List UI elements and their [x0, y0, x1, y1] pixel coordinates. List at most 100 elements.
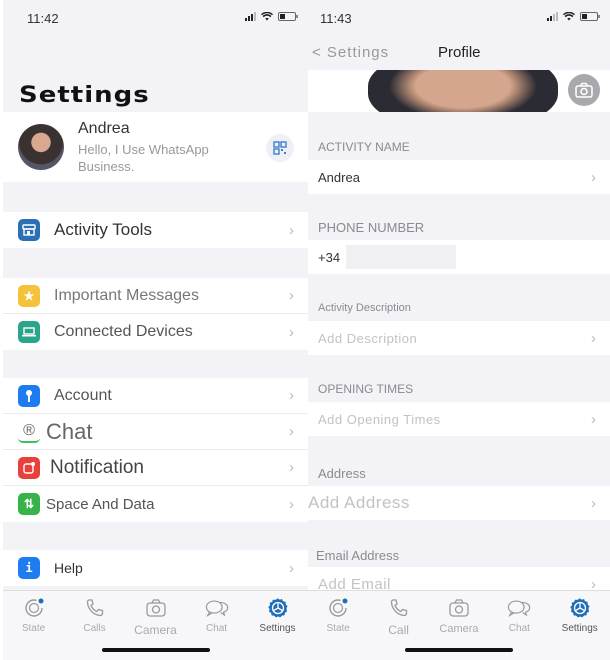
profile-name: Andrea	[78, 119, 130, 137]
phone-icon	[387, 597, 411, 619]
tab-bar: State Call Camera Chat Settings	[308, 590, 610, 660]
section-header-address: Address	[318, 466, 366, 481]
phone-number-field: +34	[308, 240, 610, 274]
chevron-right-icon: ›	[289, 495, 294, 513]
tab-bar: State Calls Camera Chat Settings	[3, 590, 308, 660]
settings-item-label: Activity Tools	[54, 220, 152, 239]
chat-bubbles-icon	[205, 597, 229, 619]
tab-camera[interactable]: Camera	[429, 597, 489, 637]
tab-label: Camera	[439, 623, 479, 635]
chevron-right-icon: ›	[289, 423, 294, 440]
change-photo-button[interactable]	[568, 74, 600, 106]
profile-photo[interactable]	[308, 70, 610, 112]
profile-photo-image	[368, 70, 558, 112]
tab-label: Call	[388, 623, 409, 637]
chevron-right-icon: ›	[591, 494, 596, 512]
settings-item-label: Important Messages	[54, 286, 199, 304]
camera-icon	[144, 597, 168, 619]
section-header-description: Activity Description	[318, 302, 411, 314]
tab-state[interactable]: State	[308, 597, 368, 637]
chat-bubbles-icon	[507, 597, 531, 619]
qr-code-icon	[273, 141, 287, 155]
settings-item-label: Help	[54, 560, 83, 576]
camera-icon	[575, 82, 593, 98]
qr-code-button[interactable]	[266, 134, 294, 162]
settings-screen: 11:42 Settings Andrea Hello, I Use Whats…	[3, 0, 308, 660]
settings-item-label: Chat	[46, 418, 93, 444]
tab-settings[interactable]: Settings	[248, 597, 308, 637]
camera-icon	[447, 597, 471, 619]
signal-icon	[245, 12, 256, 21]
section-header-activity-name: ACTIVITY NAME	[318, 140, 410, 154]
chevron-right-icon: ›	[591, 168, 596, 186]
activity-name-value: Andrea	[318, 169, 360, 185]
status-bar: 11:42	[3, 0, 308, 36]
settings-item-help[interactable]: i Help ›	[3, 550, 308, 586]
profile-card[interactable]: Andrea Hello, I Use WhatsApp Business.	[3, 112, 308, 182]
key-icon	[18, 384, 40, 407]
nav-bar: < Settings Profile	[308, 36, 610, 70]
tab-chat[interactable]: Chat	[187, 597, 247, 637]
address-placeholder: Add Address	[308, 493, 410, 512]
section-header-opening-times: OPENING TIMES	[318, 382, 414, 396]
settings-group-help: i Help ›	[3, 550, 308, 586]
battery-icon	[580, 12, 600, 21]
page-title: Profile	[438, 44, 481, 61]
settings-icon	[266, 597, 290, 619]
home-indicator	[405, 648, 513, 652]
tab-label: Chat	[205, 623, 228, 634]
info-icon: i	[18, 557, 40, 579]
description-field[interactable]: Add Description ›	[308, 321, 610, 355]
profile-status: Hello, I Use WhatsApp Business.	[78, 141, 209, 174]
notification-icon	[18, 456, 40, 479]
tab-state[interactable]: State	[4, 597, 64, 637]
tab-label: Settings	[561, 623, 598, 634]
tab-label: Camera	[134, 623, 177, 637]
tab-chat[interactable]: Chat	[489, 597, 549, 637]
opening-times-field[interactable]: Add Opening Times ›	[308, 402, 610, 436]
chat-icon: ®	[18, 420, 40, 443]
wifi-icon	[563, 12, 575, 21]
back-button[interactable]: < Settings	[312, 44, 389, 61]
section-header-email: Email Address	[316, 548, 400, 563]
settings-icon	[568, 597, 592, 619]
settings-item-notification[interactable]: Notification ›	[3, 450, 308, 486]
section-header-phone: PHONE NUMBER	[318, 220, 425, 235]
phone-number-redacted	[346, 245, 457, 269]
chevron-right-icon: ›	[289, 559, 294, 577]
status-icon	[22, 597, 46, 619]
settings-item-chat[interactable]: ® Chat ›	[3, 414, 308, 450]
opening-times-placeholder: Add Opening Times	[318, 411, 441, 427]
settings-item-important-messages[interactable]: ★ Important Messages ›	[3, 278, 308, 314]
status-bar: 11:43	[308, 0, 610, 36]
tab-calls[interactable]: Call	[369, 597, 429, 637]
settings-item-account[interactable]: Account ›	[3, 378, 308, 414]
phone-country-code: +34	[318, 249, 341, 265]
settings-item-activity-tools[interactable]: Activity Tools ›	[3, 212, 308, 248]
settings-item-label: Space And Data	[46, 495, 155, 513]
status-time: 11:42	[27, 11, 59, 26]
tab-label: Calls	[83, 623, 106, 634]
data-icon: ⇅	[18, 493, 40, 515]
status-icons	[245, 12, 298, 21]
page-title: Settings	[19, 82, 150, 108]
tab-calls[interactable]: Calls	[65, 597, 125, 637]
settings-item-space-and-data[interactable]: ⇅ Space And Data ›	[3, 486, 308, 522]
star-icon: ★	[18, 284, 40, 307]
status-icon	[326, 597, 350, 619]
address-field[interactable]: Add Address ›	[308, 486, 610, 520]
tab-label: State	[21, 623, 46, 634]
tab-label: Settings	[259, 623, 296, 634]
chevron-right-icon: ›	[591, 329, 596, 347]
battery-icon	[278, 12, 298, 21]
status-icons	[547, 12, 600, 21]
tab-settings[interactable]: Settings	[550, 597, 610, 637]
chevron-right-icon: ›	[289, 287, 294, 304]
settings-item-connected-devices[interactable]: Connected Devices ›	[3, 314, 308, 350]
tab-camera[interactable]: Camera	[126, 597, 186, 637]
signal-icon	[547, 12, 558, 21]
store-icon	[18, 219, 40, 241]
settings-group-messages: ★ Important Messages › Connected Devices…	[3, 278, 308, 350]
home-indicator	[101, 648, 210, 652]
activity-name-field[interactable]: Andrea ›	[308, 160, 610, 194]
